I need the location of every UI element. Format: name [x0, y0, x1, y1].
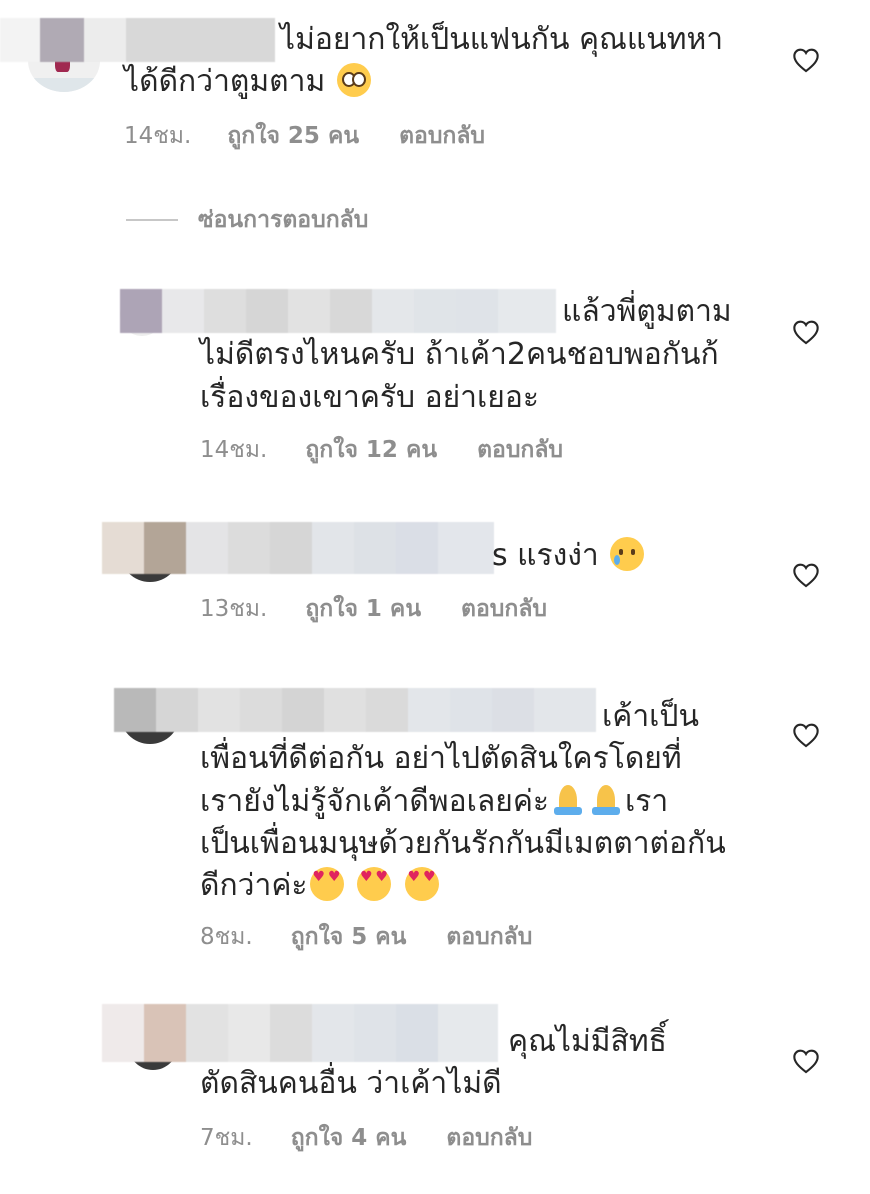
heart-outline-icon [793, 320, 819, 345]
comment-text: ตัดสินคนอื่น ว่าเค้าไม่ดี [200, 1066, 502, 1101]
timestamp: 14ชม. [124, 123, 192, 149]
comment-meta: 14ชม. ถูกใจ 12 คน ตอบกลับ [200, 434, 563, 466]
comment-text: เรายังไม่รู้จักเค้าดีพอเลยค่ะ เรา [200, 780, 668, 824]
reply-button[interactable]: ตอบกลับ [399, 120, 485, 152]
heart-outline-icon [793, 723, 819, 748]
crying-face-icon [610, 537, 645, 571]
likes-count[interactable]: ถูกใจ 12 คน [305, 434, 437, 466]
comment-text: s แรงง่า [492, 534, 646, 578]
redacted-username[interactable] [0, 18, 275, 62]
heart-outline-icon [793, 48, 819, 73]
hide-replies-button[interactable]: ซ่อนการตอบกลับ [126, 204, 368, 236]
folded-hands-icon [589, 783, 623, 817]
comment-text-line: s แรงง่า [492, 538, 599, 573]
like-button[interactable] [792, 319, 820, 345]
timestamp: 13ชม. [200, 596, 268, 622]
comment-text: ดีกว่าค่ะ [200, 864, 441, 908]
heart-eyes-icon [404, 867, 439, 901]
reply-button[interactable]: ตอบกลับ [446, 921, 532, 953]
like-button[interactable] [792, 722, 820, 748]
comment-text: เรื่องของเขาครับ อย่าเยอะ [200, 380, 539, 415]
comment-text: คุณไม่มีสิทธิ์ [508, 1024, 667, 1059]
likes-count[interactable]: ถูกใจ 1 คน [305, 593, 421, 625]
reply-button[interactable]: ตอบกลับ [461, 593, 547, 625]
redacted-username[interactable] [120, 289, 556, 333]
folded-hands-icon [551, 783, 585, 817]
heart-outline-icon [793, 1049, 819, 1074]
heart-eyes-icon [357, 867, 392, 901]
comment-text: เป็นเพื่อนมนุษด้วยกันรักกันมีเมตตาต่อกัน [200, 826, 726, 861]
redacted-username[interactable] [102, 1004, 498, 1062]
comment-text: เพื่อนที่ดีต่อกัน อย่าไปตัดสินใครโดยที่ [200, 741, 682, 776]
comment-text: เค้าเป็น [602, 699, 699, 734]
reply-button[interactable]: ตอบกลับ [446, 1122, 532, 1154]
comment-text-line: เรายังไม่รู้จักเค้าดีพอเลยค่ะ [200, 784, 549, 819]
timestamp: 7ชม. [200, 1125, 253, 1151]
reply-button[interactable]: ตอบกลับ [477, 434, 563, 466]
like-button[interactable] [792, 1048, 820, 1074]
comment-meta: 13ชม. ถูกใจ 1 คน ตอบกลับ [200, 593, 547, 625]
comment-meta: 8ชม. ถูกใจ 5 คน ตอบกลับ [200, 921, 532, 953]
comment-text-line: ได้ดีกว่าตูมตาม [124, 64, 326, 99]
likes-count[interactable]: ถูกใจ 5 คน [291, 921, 407, 953]
redacted-username[interactable] [114, 688, 596, 732]
comment-text: ไม่ดีตรงไหนครับ ถ้าเค้า2คนชอบพอกันก้ [200, 337, 719, 372]
heart-eyes-icon [309, 867, 344, 901]
timestamp: 14ชม. [200, 437, 268, 463]
comment-meta: 14ชม. ถูกใจ 25 คน ตอบกลับ [124, 120, 485, 152]
comment-text: แล้วพี่ตูมตาม [562, 294, 732, 329]
pleading-face-icon [336, 63, 371, 97]
divider [126, 219, 178, 221]
like-button[interactable] [792, 562, 820, 588]
like-button[interactable] [792, 47, 820, 73]
comment-text-line: เรา [625, 784, 669, 819]
comment-text: ไม่อยากให้เป็นแฟนกัน คุณแนทหา [280, 22, 724, 57]
likes-count[interactable]: ถูกใจ 25 คน [227, 120, 359, 152]
redacted-username[interactable] [102, 522, 494, 574]
likes-count[interactable]: ถูกใจ 4 คน [291, 1122, 407, 1154]
comment-text: ได้ดีกว่าตูมตาม [124, 60, 373, 104]
comment-text-line: ดีกว่าค่ะ [200, 868, 308, 903]
heart-outline-icon [793, 563, 819, 588]
hide-replies-label: ซ่อนการตอบกลับ [198, 207, 369, 233]
comment-meta: 7ชม. ถูกใจ 4 คน ตอบกลับ [200, 1122, 532, 1154]
timestamp: 8ชม. [200, 924, 253, 950]
